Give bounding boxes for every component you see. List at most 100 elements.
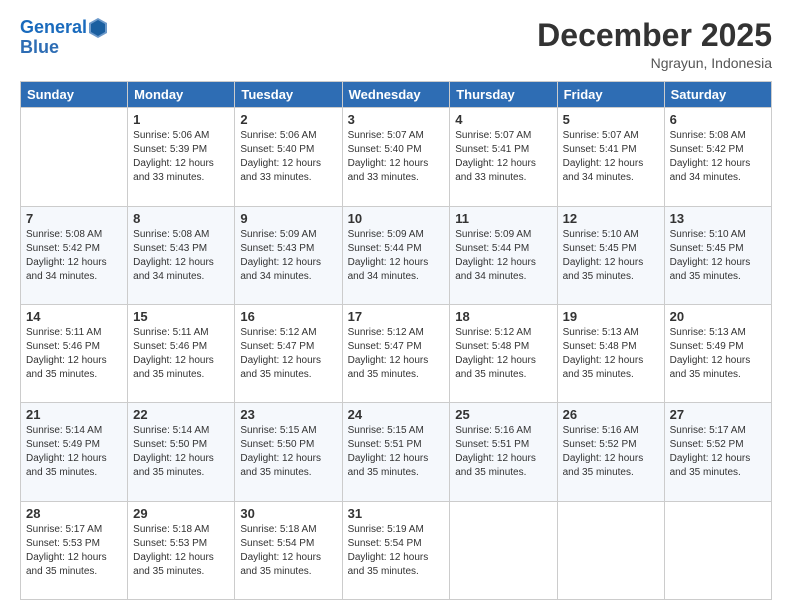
day-number: 14 xyxy=(26,309,122,324)
day-info: Sunrise: 5:10 AM Sunset: 5:45 PM Dayligh… xyxy=(670,228,766,284)
calendar-cell: 29 Sunrise: 5:18 AM Sunset: 5:53 PM Dayli… xyxy=(128,501,235,599)
weekday-header-saturday: Saturday xyxy=(664,82,771,108)
logo-line1: General xyxy=(20,17,87,37)
day-number: 20 xyxy=(670,309,766,324)
calendar-cell: 8 Sunrise: 5:08 AM Sunset: 5:43 PM Daylig… xyxy=(128,206,235,304)
day-number: 19 xyxy=(563,309,659,324)
day-info: Sunrise: 5:19 AM Sunset: 5:54 PM Dayligh… xyxy=(348,523,445,579)
day-number: 27 xyxy=(670,407,766,422)
calendar-cell: 10 Sunrise: 5:09 AM Sunset: 5:44 PM Dayli… xyxy=(342,206,450,304)
day-number: 11 xyxy=(455,211,551,226)
calendar-cell: 9Sunrise: 5:09 AM Sunset: 5:43 PM Daylig… xyxy=(235,206,342,304)
calendar-cell: 18Sunrise: 5:12 AM Sunset: 5:48 PM Dayli… xyxy=(450,304,557,402)
day-number: 21 xyxy=(26,407,122,422)
subtitle: Ngrayun, Indonesia xyxy=(537,55,772,71)
calendar-cell: 16 Sunrise: 5:12 AM Sunset: 5:47 PM Dayli… xyxy=(235,304,342,402)
day-number: 1 xyxy=(133,112,229,127)
day-info: Sunrise: 5:09 AM Sunset: 5:44 PM Dayligh… xyxy=(348,228,445,284)
day-info: Sunrise: 5:10 AM Sunset: 5:45 PM Dayligh… xyxy=(563,228,659,284)
weekday-header-tuesday: Tuesday xyxy=(235,82,342,108)
weekday-header-monday: Monday xyxy=(128,82,235,108)
day-info: Sunrise: 5:07 AM Sunset: 5:40 PM Dayligh… xyxy=(348,129,445,185)
day-number: 31 xyxy=(348,506,445,521)
calendar-cell: 5 Sunrise: 5:07 AM Sunset: 5:41 PM Daylig… xyxy=(557,108,664,206)
month-title: December 2025 xyxy=(537,18,772,53)
day-info: Sunrise: 5:09 AM Sunset: 5:44 PM Dayligh… xyxy=(455,228,551,284)
day-number: 30 xyxy=(240,506,336,521)
calendar-cell: 28 Sunrise: 5:17 AM Sunset: 5:53 PM Dayli… xyxy=(21,501,128,599)
day-number: 3 xyxy=(348,112,445,127)
title-block: December 2025 Ngrayun, Indonesia xyxy=(537,18,772,71)
calendar-cell: 23 Sunrise: 5:15 AM Sunset: 5:50 PM Dayli… xyxy=(235,403,342,501)
day-number: 29 xyxy=(133,506,229,521)
day-info: Sunrise: 5:12 AM Sunset: 5:47 PM Dayligh… xyxy=(240,326,336,382)
calendar-cell: 7 Sunrise: 5:08 AM Sunset: 5:42 PM Daylig… xyxy=(21,206,128,304)
day-number: 5 xyxy=(563,112,659,127)
calendar-cell: 21 Sunrise: 5:14 AM Sunset: 5:49 PM Dayli… xyxy=(21,403,128,501)
weekday-header-row: SundayMondayTuesdayWednesdayThursdayFrid… xyxy=(21,82,772,108)
day-number: 28 xyxy=(26,506,122,521)
calendar-cell: 3 Sunrise: 5:07 AM Sunset: 5:40 PM Daylig… xyxy=(342,108,450,206)
day-info: Sunrise: 5:17 AM Sunset: 5:53 PM Dayligh… xyxy=(26,523,122,579)
day-info: Sunrise: 5:14 AM Sunset: 5:49 PM Dayligh… xyxy=(26,424,122,480)
day-info: Sunrise: 5:13 AM Sunset: 5:49 PM Dayligh… xyxy=(670,326,766,382)
calendar: SundayMondayTuesdayWednesdayThursdayFrid… xyxy=(20,81,772,600)
weekday-header-sunday: Sunday xyxy=(21,82,128,108)
day-info: Sunrise: 5:07 AM Sunset: 5:41 PM Dayligh… xyxy=(563,129,659,185)
day-info: Sunrise: 5:14 AM Sunset: 5:50 PM Dayligh… xyxy=(133,424,229,480)
day-number: 7 xyxy=(26,211,122,226)
day-info: Sunrise: 5:06 AM Sunset: 5:39 PM Dayligh… xyxy=(133,129,229,185)
day-number: 13 xyxy=(670,211,766,226)
day-info: Sunrise: 5:15 AM Sunset: 5:51 PM Dayligh… xyxy=(348,424,445,480)
day-info: Sunrise: 5:06 AM Sunset: 5:40 PM Dayligh… xyxy=(240,129,336,185)
weekday-header-thursday: Thursday xyxy=(450,82,557,108)
day-info: Sunrise: 5:18 AM Sunset: 5:53 PM Dayligh… xyxy=(133,523,229,579)
calendar-week-2: 7 Sunrise: 5:08 AM Sunset: 5:42 PM Daylig… xyxy=(21,206,772,304)
header: General Blue December 2025 Ngrayun, Indo… xyxy=(20,18,772,71)
day-number: 10 xyxy=(348,211,445,226)
logo: General Blue xyxy=(20,18,107,58)
calendar-cell: 19Sunrise: 5:13 AM Sunset: 5:48 PM Dayli… xyxy=(557,304,664,402)
day-info: Sunrise: 5:11 AM Sunset: 5:46 PM Dayligh… xyxy=(26,326,122,382)
weekday-header-friday: Friday xyxy=(557,82,664,108)
calendar-cell: 4Sunrise: 5:07 AM Sunset: 5:41 PM Daylig… xyxy=(450,108,557,206)
calendar-week-3: 14 Sunrise: 5:11 AM Sunset: 5:46 PM Dayli… xyxy=(21,304,772,402)
day-number: 18 xyxy=(455,309,551,324)
calendar-week-5: 28 Sunrise: 5:17 AM Sunset: 5:53 PM Dayli… xyxy=(21,501,772,599)
day-number: 2 xyxy=(240,112,336,127)
calendar-cell: 22Sunrise: 5:14 AM Sunset: 5:50 PM Dayli… xyxy=(128,403,235,501)
day-number: 16 xyxy=(240,309,336,324)
day-info: Sunrise: 5:16 AM Sunset: 5:51 PM Dayligh… xyxy=(455,424,551,480)
day-number: 12 xyxy=(563,211,659,226)
calendar-week-4: 21 Sunrise: 5:14 AM Sunset: 5:49 PM Dayli… xyxy=(21,403,772,501)
page: General Blue December 2025 Ngrayun, Indo… xyxy=(0,0,792,612)
day-info: Sunrise: 5:16 AM Sunset: 5:52 PM Dayligh… xyxy=(563,424,659,480)
calendar-cell: 6Sunrise: 5:08 AM Sunset: 5:42 PM Daylig… xyxy=(664,108,771,206)
calendar-cell: 15 Sunrise: 5:11 AM Sunset: 5:46 PM Dayli… xyxy=(128,304,235,402)
calendar-cell: 11 Sunrise: 5:09 AM Sunset: 5:44 PM Dayli… xyxy=(450,206,557,304)
calendar-cell: 12 Sunrise: 5:10 AM Sunset: 5:45 PM Dayli… xyxy=(557,206,664,304)
day-number: 15 xyxy=(133,309,229,324)
calendar-cell: 26 Sunrise: 5:16 AM Sunset: 5:52 PM Dayli… xyxy=(557,403,664,501)
calendar-cell: 13 Sunrise: 5:10 AM Sunset: 5:45 PM Dayli… xyxy=(664,206,771,304)
calendar-cell xyxy=(21,108,128,206)
day-number: 25 xyxy=(455,407,551,422)
calendar-cell xyxy=(664,501,771,599)
day-info: Sunrise: 5:17 AM Sunset: 5:52 PM Dayligh… xyxy=(670,424,766,480)
day-number: 26 xyxy=(563,407,659,422)
calendar-cell: 20 Sunrise: 5:13 AM Sunset: 5:49 PM Dayli… xyxy=(664,304,771,402)
day-info: Sunrise: 5:08 AM Sunset: 5:43 PM Dayligh… xyxy=(133,228,229,284)
logo-icon xyxy=(89,18,107,38)
calendar-cell: 30Sunrise: 5:18 AM Sunset: 5:54 PM Dayli… xyxy=(235,501,342,599)
day-number: 23 xyxy=(240,407,336,422)
day-number: 4 xyxy=(455,112,551,127)
calendar-cell: 27 Sunrise: 5:17 AM Sunset: 5:52 PM Dayli… xyxy=(664,403,771,501)
day-info: Sunrise: 5:15 AM Sunset: 5:50 PM Dayligh… xyxy=(240,424,336,480)
day-info: Sunrise: 5:12 AM Sunset: 5:47 PM Dayligh… xyxy=(348,326,445,382)
day-number: 8 xyxy=(133,211,229,226)
day-info: Sunrise: 5:09 AM Sunset: 5:43 PM Dayligh… xyxy=(240,228,336,284)
day-info: Sunrise: 5:08 AM Sunset: 5:42 PM Dayligh… xyxy=(26,228,122,284)
calendar-cell: 25 Sunrise: 5:16 AM Sunset: 5:51 PM Dayli… xyxy=(450,403,557,501)
day-info: Sunrise: 5:11 AM Sunset: 5:46 PM Dayligh… xyxy=(133,326,229,382)
logo-text: General xyxy=(20,18,87,38)
